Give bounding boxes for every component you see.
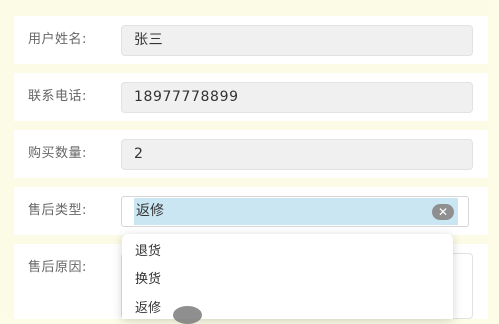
service-type-row: 售后类型: 返修 ✕ (14, 187, 488, 235)
name-label: 用户姓名: (28, 32, 87, 47)
dropdown-option-return[interactable]: 退货 (135, 244, 161, 260)
clear-circle-icon[interactable]: ✕ (432, 204, 454, 220)
name-row: 用户姓名: 张三 (14, 16, 488, 64)
service-type-selected-value[interactable]: 返修 (134, 198, 458, 225)
dropdown-option-exchange[interactable]: 换货 (135, 272, 161, 288)
pointer-cursor-icon (173, 306, 202, 324)
quantity-input[interactable]: 2 (121, 139, 473, 170)
service-type-dropdown: 退货 换货 返修 (122, 234, 453, 319)
quantity-label: 购买数量: (28, 146, 87, 161)
phone-label: 联系电话: (28, 89, 87, 104)
reason-label: 售后原因: (28, 260, 87, 275)
service-type-select[interactable]: 返修 ✕ (121, 196, 469, 227)
phone-input[interactable]: 18977778899 (121, 82, 473, 113)
name-input[interactable]: 张三 (121, 25, 473, 56)
quantity-row: 购买数量: 2 (14, 130, 488, 178)
phone-row: 联系电话: 18977778899 (14, 73, 488, 121)
dropdown-option-repair[interactable]: 返修 (135, 301, 161, 317)
service-type-label: 售后类型: (28, 203, 87, 218)
